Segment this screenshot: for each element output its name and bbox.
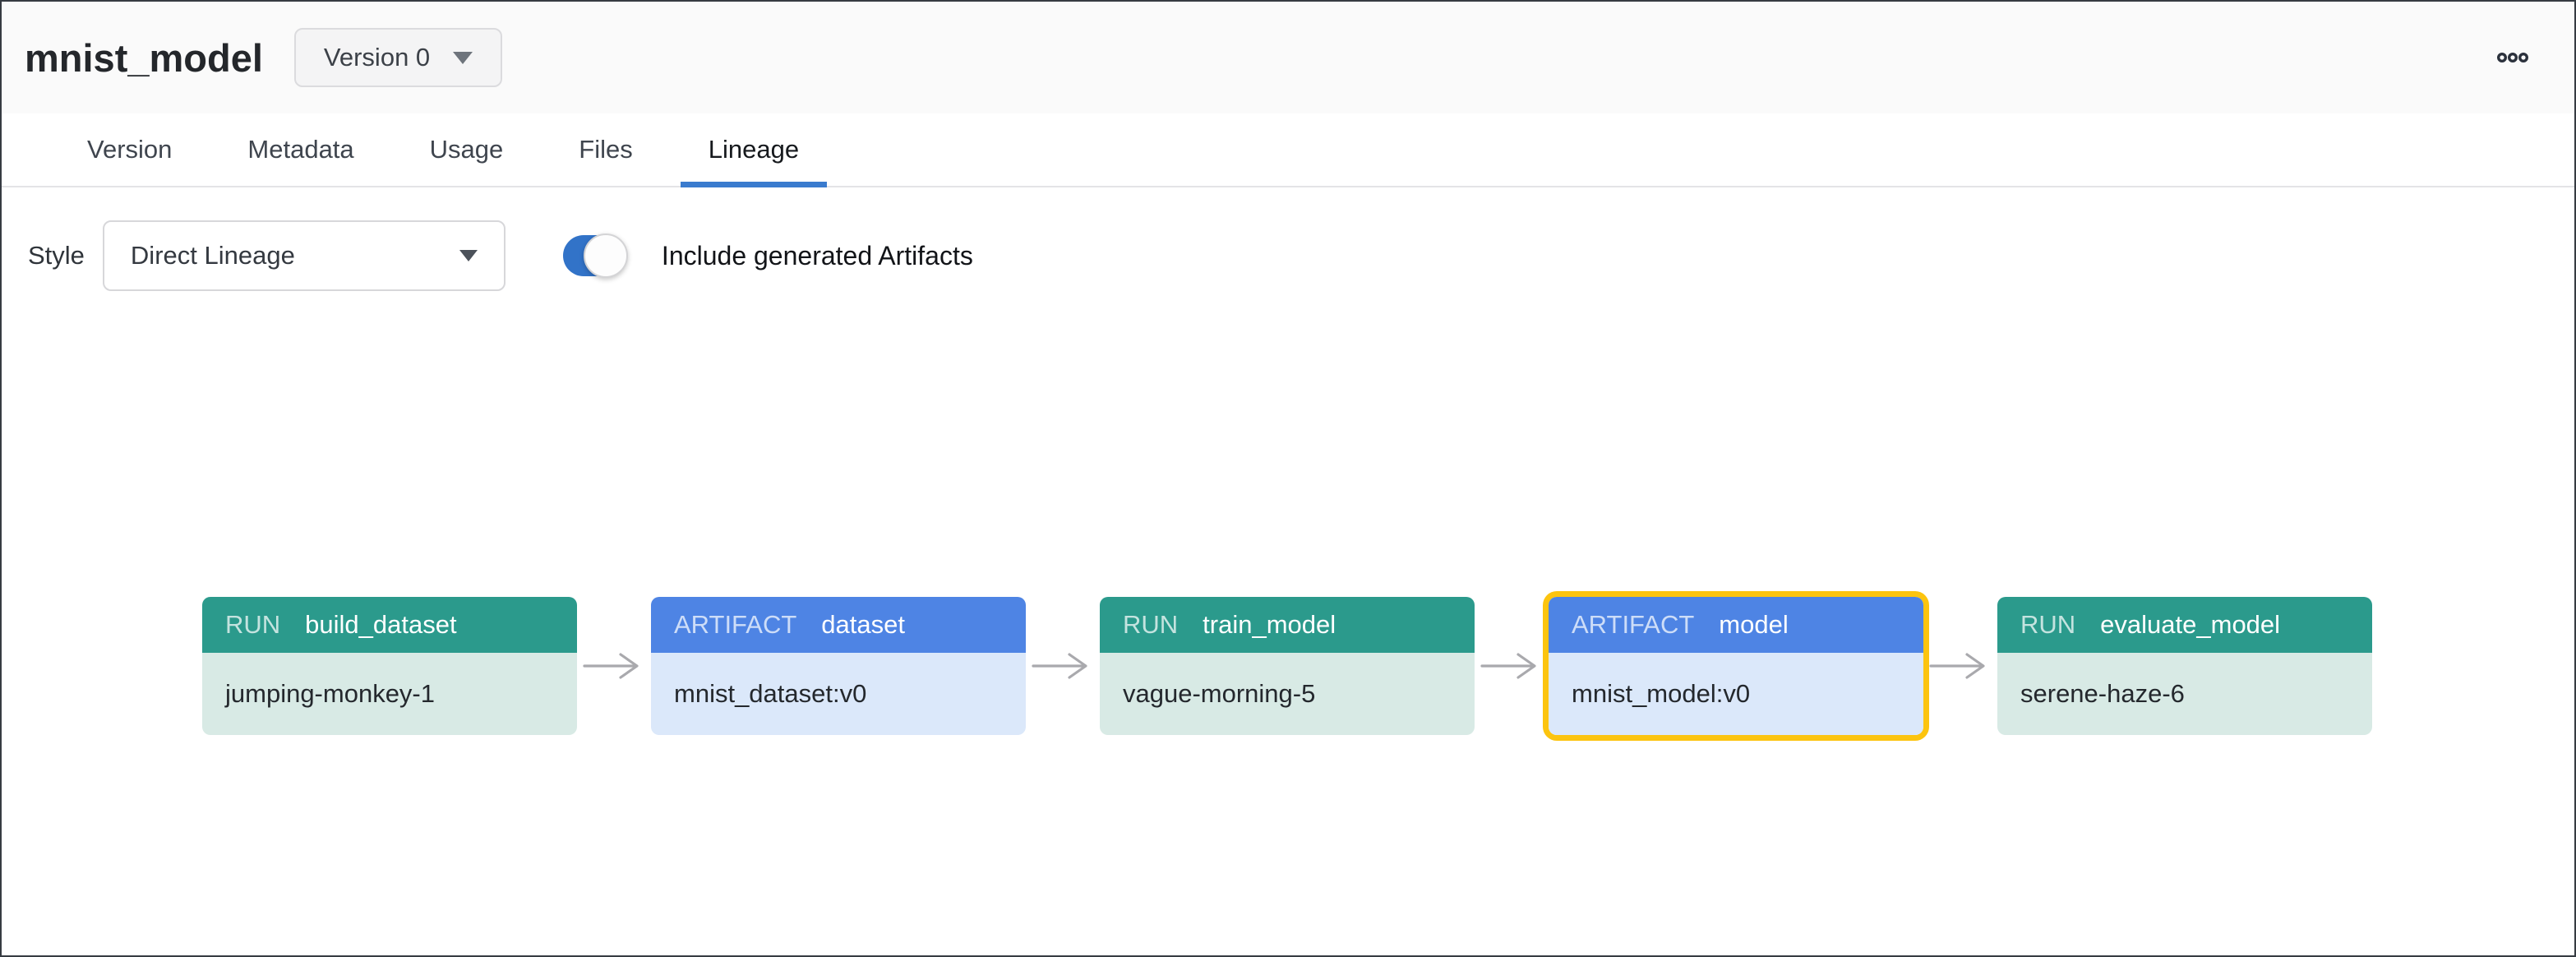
arrow-right-icon — [583, 652, 645, 680]
lineage-node-artifact-model-selected[interactable]: ARTIFACT model mnist_model:v0 — [1549, 597, 1923, 735]
node-detail: jumping-monkey-1 — [202, 653, 577, 735]
include-artifacts-control: Include generated Artifacts — [563, 235, 973, 276]
version-dropdown-button[interactable]: Version 0 — [294, 28, 502, 87]
arrow-right-icon — [1480, 652, 1543, 680]
lineage-node-run-evaluate-model[interactable]: RUN evaluate_model serene-haze-6 — [1997, 597, 2372, 735]
style-dropdown-value: Direct Lineage — [131, 241, 295, 270]
arrow-right-icon — [1032, 652, 1094, 680]
chevron-down-icon — [453, 52, 473, 64]
tab-lineage[interactable]: Lineage — [709, 113, 799, 186]
version-dropdown-label: Version 0 — [324, 43, 430, 72]
node-detail: mnist_dataset:v0 — [651, 653, 1026, 735]
node-detail: vague-morning-5 — [1100, 653, 1475, 735]
include-artifacts-label: Include generated Artifacts — [662, 241, 973, 271]
node-kind-label: ARTIFACT — [674, 610, 796, 640]
tab-files[interactable]: Files — [579, 113, 632, 186]
node-kind-label: RUN — [225, 610, 280, 640]
overflow-menu-button[interactable] — [2497, 52, 2528, 63]
node-header: ARTIFACT model — [1549, 597, 1923, 653]
artifact-page: mnist_model Version 0 Version Metadata U… — [0, 0, 2576, 957]
tab-version[interactable]: Version — [87, 113, 172, 186]
include-artifacts-toggle[interactable] — [563, 235, 626, 276]
node-header: RUN train_model — [1100, 597, 1475, 653]
lineage-node-artifact-dataset[interactable]: ARTIFACT dataset mnist_dataset:v0 — [651, 597, 1026, 735]
style-dropdown[interactable]: Direct Lineage — [103, 220, 506, 291]
lineage-arrow — [1475, 597, 1549, 735]
style-label: Style — [28, 241, 85, 270]
node-header: RUN evaluate_model — [1997, 597, 2372, 653]
page-header: mnist_model Version 0 — [2, 2, 2574, 113]
node-detail: serene-haze-6 — [1997, 653, 2372, 735]
tab-metadata[interactable]: Metadata — [247, 113, 353, 186]
arrow-right-icon — [1929, 652, 1992, 680]
tab-usage[interactable]: Usage — [430, 113, 504, 186]
lineage-arrow — [1923, 597, 1997, 735]
node-name: evaluate_model — [2100, 610, 2280, 640]
tab-bar: Version Metadata Usage Files Lineage — [2, 113, 2574, 187]
page-title: mnist_model — [25, 35, 263, 81]
chevron-down-icon — [459, 250, 478, 261]
lineage-arrow — [1026, 597, 1100, 735]
node-header: RUN build_dataset — [202, 597, 577, 653]
three-dots-icon — [2497, 52, 2528, 63]
node-name: dataset — [821, 610, 905, 640]
toggle-knob — [584, 233, 628, 278]
node-kind-label: ARTIFACT — [1572, 610, 1694, 640]
node-header: ARTIFACT dataset — [651, 597, 1026, 653]
lineage-arrow — [577, 597, 651, 735]
node-name: model — [1719, 610, 1788, 640]
lineage-node-run-train-model[interactable]: RUN train_model vague-morning-5 — [1100, 597, 1475, 735]
lineage-controls: Style Direct Lineage Include generated A… — [2, 220, 2574, 291]
node-kind-label: RUN — [2020, 610, 2075, 640]
lineage-node-run-build-dataset[interactable]: RUN build_dataset jumping-monkey-1 — [202, 597, 577, 735]
node-detail: mnist_model:v0 — [1549, 653, 1923, 735]
node-kind-label: RUN — [1123, 610, 1178, 640]
lineage-graph: RUN build_dataset jumping-monkey-1 ARTIF… — [202, 597, 2372, 735]
node-name: train_model — [1203, 610, 1336, 640]
node-name: build_dataset — [305, 610, 456, 640]
